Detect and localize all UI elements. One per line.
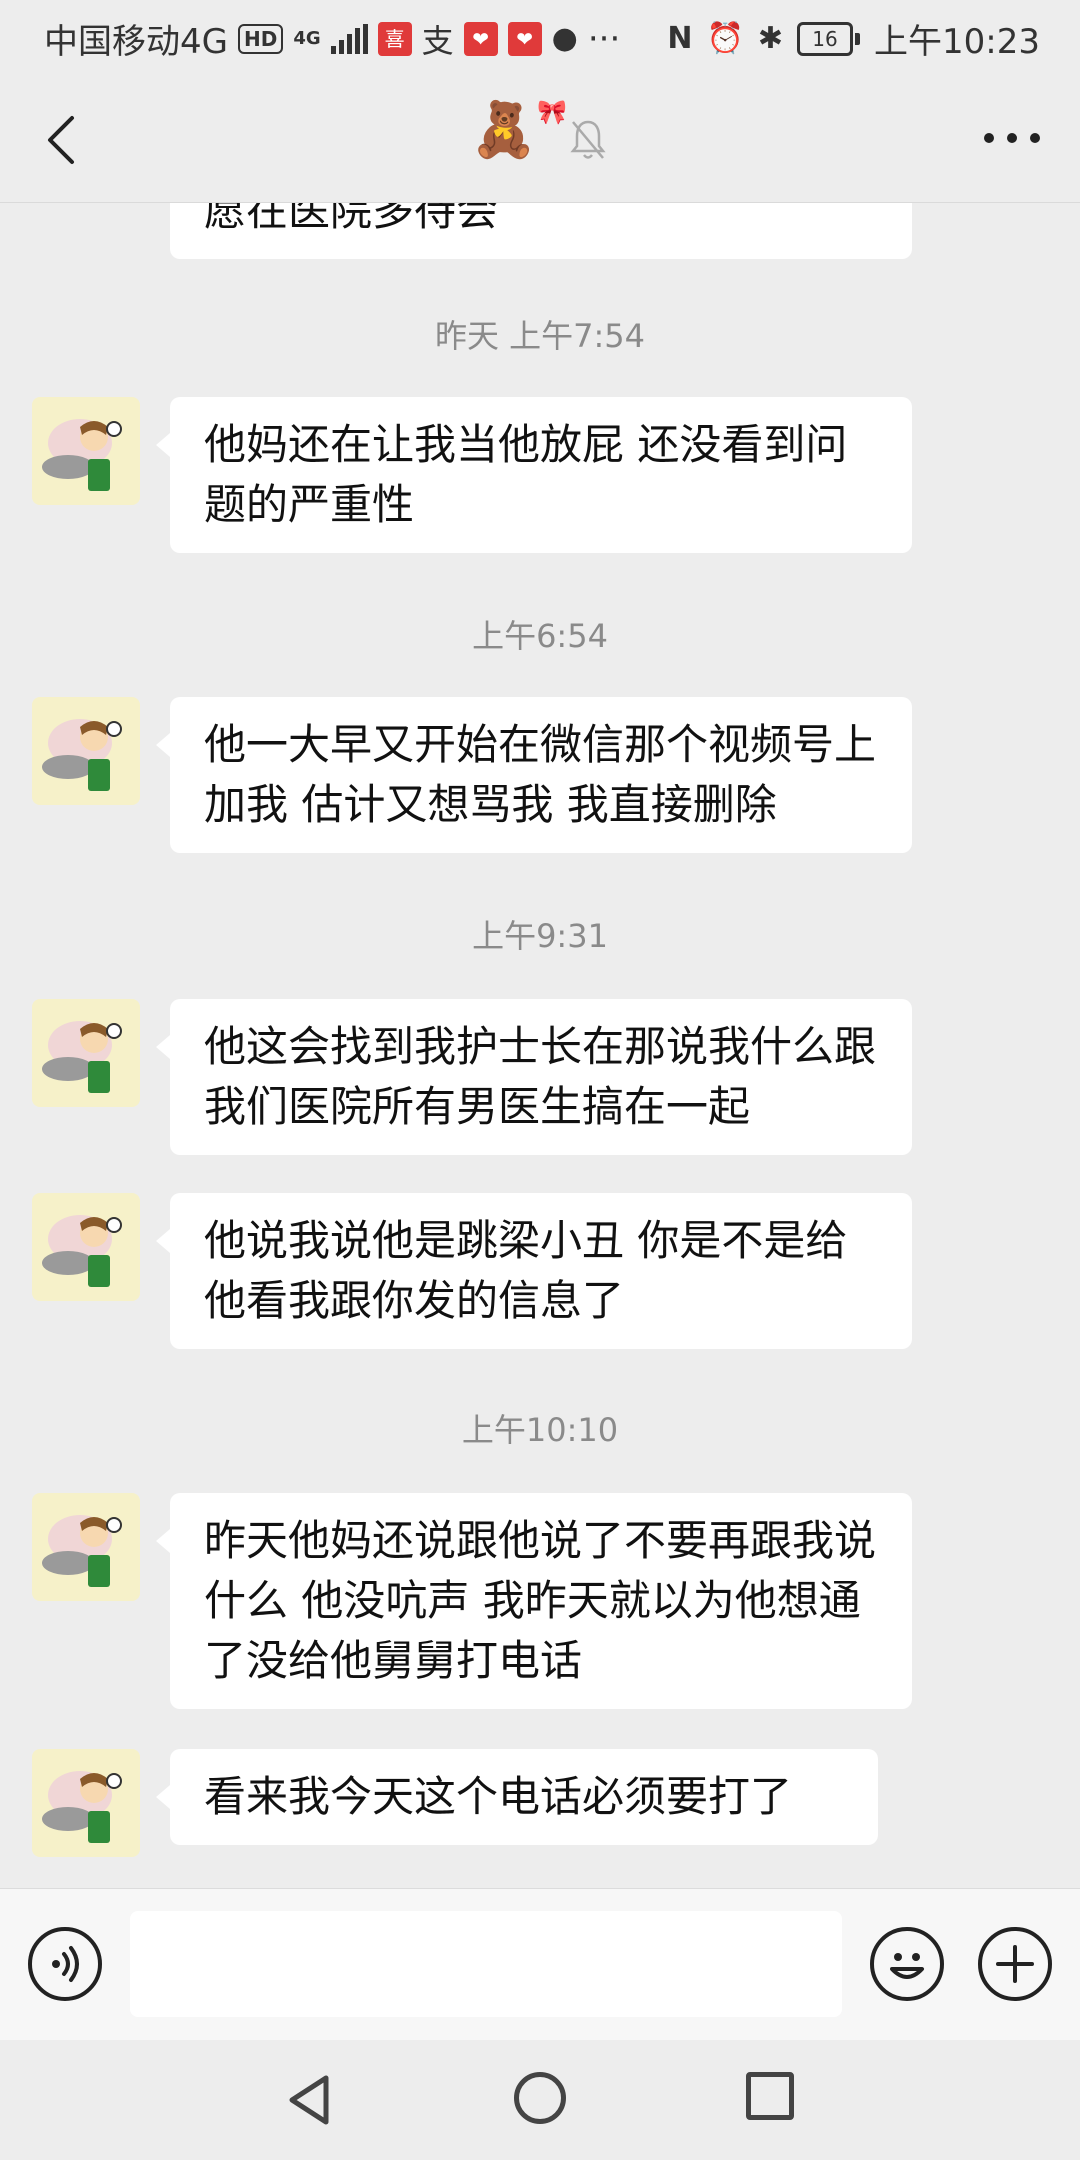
carrier-label: 中国移动4G <box>44 22 228 62</box>
status-right: N ⏰ ✱ 16 上午10:23 <box>667 14 1040 63</box>
message-bubble[interactable]: 他说我说他是跳梁小丑 你是不是给他看我跟你发的信息了 <box>156 1193 912 1349</box>
back-icon[interactable] <box>38 110 86 170</box>
timestamp: 上午9:31 <box>472 917 608 955</box>
status-bar: 中国移动4G HD 4G 喜 支 ❤ ❤ ● ··· N ⏰ ✱ 16 上午10… <box>0 0 1080 76</box>
input-bar <box>0 1888 1080 2041</box>
system-nav-bar <box>0 2040 1080 2160</box>
message-bubble[interactable]: 昨天他妈还说跟他说了不要再跟我说什么 他没吭声 我昨天就以为他想通了没给他舅舅打… <box>156 1493 912 1709</box>
signal-icon <box>330 23 368 54</box>
message-text: 他妈还在让我当他放屁 还没看到问题的严重性 <box>204 420 848 529</box>
more-dots-icon <box>984 133 994 143</box>
network-label: 4G <box>293 27 321 49</box>
battery-level: 16 <box>797 21 854 56</box>
timestamp: 上午10:10 <box>461 1411 619 1449</box>
heart-notification-icon-2: ❤ <box>507 21 542 56</box>
emoji-icon <box>890 1953 924 1979</box>
plus-icon <box>996 1945 1034 1983</box>
status-left: 中国移动4G HD 4G 喜 支 ❤ ❤ ● ··· <box>44 14 620 63</box>
message-bubble[interactable]: 他一大早又开始在微信那个视频号上加我 估计又想骂我 我直接删除 <box>156 697 912 853</box>
avatar-image <box>42 719 122 791</box>
chat-header: 🧸 🎀 <box>0 76 1080 203</box>
message-bubble[interactable]: 他这会找到我护士长在那说我什么跟我们医院所有男医生搞在一起 <box>156 999 912 1155</box>
avatar[interactable] <box>32 697 140 805</box>
avatar[interactable] <box>32 397 140 505</box>
avatar-image <box>42 1515 122 1587</box>
avatar[interactable] <box>32 1193 140 1301</box>
avatar[interactable] <box>32 1749 140 1857</box>
message-bubble[interactable]: 愿在医院多待会 <box>170 203 912 259</box>
message-bubble[interactable]: 他妈还在让我当他放屁 还没看到问题的严重性 <box>156 397 912 553</box>
avatar[interactable] <box>32 1493 140 1601</box>
alipay-icon: 支 <box>421 21 454 60</box>
nav-recent-icon[interactable] <box>746 2072 794 2120</box>
avatar-image <box>42 1215 122 1287</box>
more-options-button[interactable] <box>984 126 1040 150</box>
clock: 上午10:23 <box>874 22 1040 62</box>
hd-badge: HD <box>237 23 284 54</box>
qq-icon: ● <box>551 21 578 56</box>
chat-title: 🧸 🎀 <box>470 98 567 162</box>
more-notifications-icon: ··· <box>587 18 621 59</box>
message-text: 昨天他妈还说跟他说了不要再跟我说什么 他没吭声 我昨天就以为他想通了没给他舅舅打… <box>204 1516 877 1685</box>
app-notification-icon: 喜 <box>377 21 412 56</box>
avatar-image <box>42 419 122 491</box>
message-list[interactable]: 愿在医院多待会 昨天 上午7:54 他妈还在让我当他放屁 还没看到问题的严重性 … <box>0 203 1080 1888</box>
avatar[interactable] <box>32 999 140 1107</box>
timestamp: 昨天 上午7:54 <box>434 317 646 355</box>
bell-mute-icon <box>570 120 606 159</box>
message-text: 他说我说他是跳梁小丑 你是不是给他看我跟你发的信息了 <box>204 1216 848 1325</box>
message-bubble[interactable]: 看来我今天这个电话必须要打了 <box>156 1749 878 1845</box>
bear-emoji-title: 🧸 <box>470 98 538 161</box>
voice-button[interactable] <box>28 1927 102 2001</box>
alarm-icon: ⏰ <box>706 21 744 56</box>
nfc-icon: N <box>667 21 693 56</box>
message-text: 他这会找到我护士长在那说我什么跟我们医院所有男医生搞在一起 <box>204 1022 877 1131</box>
emoji-button[interactable] <box>870 1927 944 2001</box>
bow-icon: 🎀 <box>537 98 568 126</box>
nav-home-icon[interactable] <box>514 2072 566 2124</box>
message-text: 看来我今天这个电话必须要打了 <box>204 1772 793 1821</box>
message-text: 他一大早又开始在微信那个视频号上加我 估计又想骂我 我直接删除 <box>204 720 877 829</box>
voice-icon <box>52 1946 79 1982</box>
nav-back-icon[interactable] <box>282 2072 338 2128</box>
more-functions-button[interactable] <box>978 1927 1052 2001</box>
heart-notification-icon: ❤ <box>463 21 498 56</box>
avatar-image <box>42 1021 122 1093</box>
bluetooth-icon: ✱ <box>757 21 784 56</box>
message-input[interactable] <box>130 1911 842 2017</box>
avatar-image <box>42 1771 122 1843</box>
timestamp: 上午6:54 <box>472 617 608 655</box>
battery-icon: 16 <box>797 21 861 56</box>
message-text: 愿在医院多待会 <box>204 203 499 235</box>
